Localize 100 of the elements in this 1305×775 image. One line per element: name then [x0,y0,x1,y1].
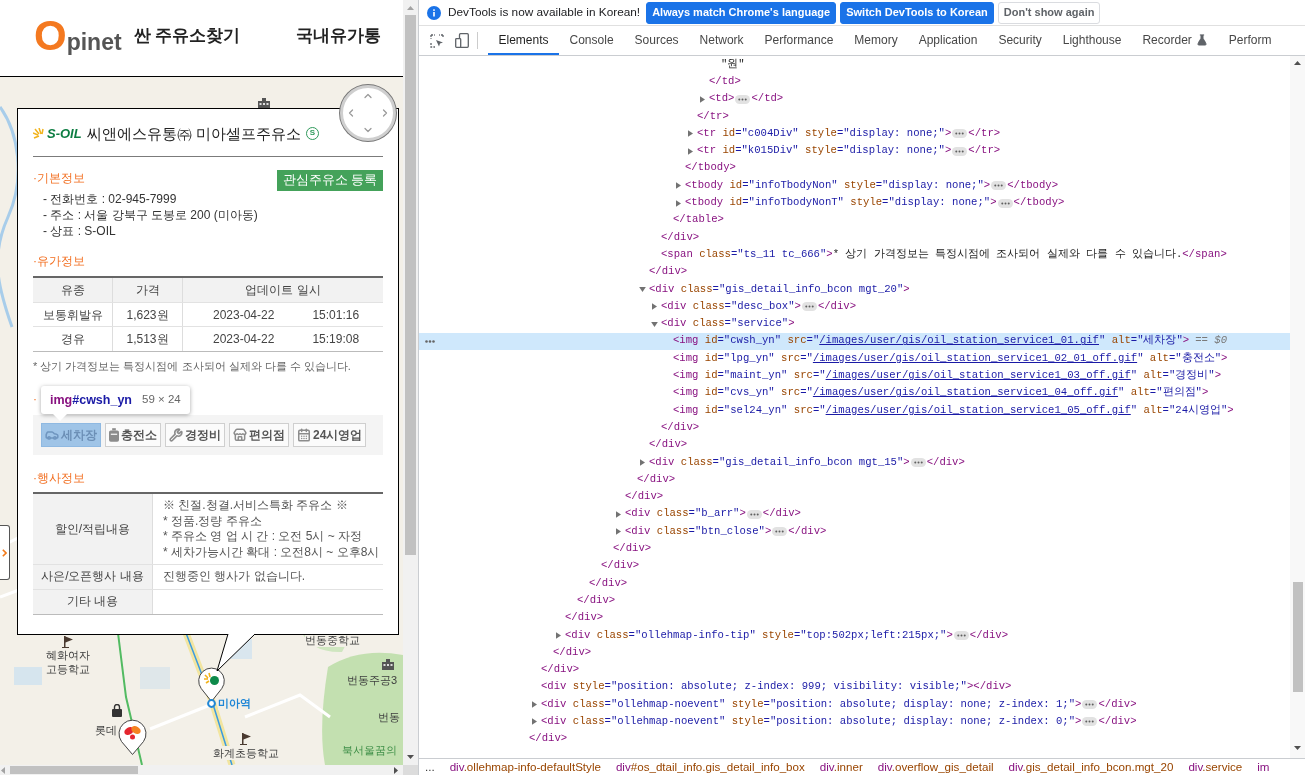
collapsed-triangle-icon[interactable] [700,95,705,103]
service-button[interactable]: 충전소 [105,423,161,447]
scrollbar-thumb[interactable] [10,766,138,774]
tree-row[interactable]: <img id="sel24_yn" src="/images/user/gis/oil_station_service1_05_off.gif" alt="24시영업"> [673,401,1234,420]
tree-row[interactable]: </div> [541,661,580,679]
collapsed-triangle-icon[interactable] [676,182,681,190]
nav-link[interactable]: 국내유가통 [296,22,382,49]
tree-row[interactable]: <div class="desc_box"> </div> [651,298,857,316]
service-button[interactable]: 편의점 [229,423,289,447]
breadcrumb[interactable]: div.gis_detail_info_bcon.mgt_20 [1008,759,1174,775]
tree-row[interactable]: <div class="ollehmap-noevent" style="position: absolute; display: none; z-index: 1;"> </div> [531,696,1137,714]
devtools-tab[interactable]: Performance [754,26,844,55]
infobar-button[interactable]: Always match Chrome's language [646,1,837,24]
tree-row[interactable]: </div> [649,263,688,281]
tree-row[interactable]: </div> [661,228,700,247]
tree-row[interactable]: <div class="service"> [651,315,795,333]
ellipsis-icon[interactable] [953,630,969,640]
ellipsis-icon[interactable] [1082,717,1098,727]
caret-up-icon[interactable] [1294,61,1301,65]
ellipsis-icon[interactable] [801,302,817,312]
link[interactable]: /images/user/gis/oil_station_service1_03_off.gif [825,368,1131,384]
vertical-scrollbar[interactable] [403,0,418,765]
tree-row[interactable]: </div> [577,592,616,610]
breadcrumb[interactable]: div.ollehmap-info-defaultStyle [449,759,601,775]
tree-row[interactable]: </div> [637,471,676,489]
tree-row[interactable]: <tbody id="infoTbodyNonT" style="display: none;"> </tbody> [675,194,1065,212]
collapsed-triangle-icon[interactable] [640,458,645,466]
expanded-triangle-icon[interactable] [651,321,658,327]
devtools-tab[interactable]: Elements [488,26,560,55]
scrollbar-thumb[interactable] [405,15,416,555]
expanded-triangle-icon[interactable] [639,287,646,292]
tree-row[interactable]: </div> [661,419,700,437]
ellipsis-icon[interactable] [746,509,762,519]
tree-row[interactable]: <div class="b_arr"> </div> [615,505,801,523]
caret-right-icon[interactable] [394,766,398,774]
tree-row[interactable]: <tr id="k015Div" style="display: none;"> </tr> [687,142,1001,160]
devtools-tab[interactable]: Security [987,26,1053,55]
tree-row[interactable]: </div> [613,540,652,558]
nav-link[interactable]: 싼 주유소찾기 [133,22,241,49]
breadcrumb[interactable]: im [1257,759,1270,775]
infobar-button[interactable]: Switch DevTools to Korean [840,1,994,24]
caret-down-icon[interactable] [1294,746,1301,750]
collapsed-triangle-icon[interactable] [616,510,621,518]
tree-row[interactable]: <div class="ollehmap-noevent" style="position: absolute; display: none; z-index: 0;"> </div> [531,713,1137,731]
devtools-tab[interactable]: Sources [624,26,690,55]
tree-row[interactable]: <div class="gis_detail_info_bcon mgt_15"> </div> [639,453,965,472]
tree-row[interactable]: </div> [529,730,568,748]
ellipsis-icon[interactable] [997,198,1013,208]
tree-row[interactable]: <div class="gis_detail_info_bcon mgt_20"> [639,280,910,299]
link[interactable]: /images/user/gis/oil_station_service1_01.gif [819,333,1099,350]
devtools-tab[interactable]: Lighthouse [1052,26,1132,55]
ellipsis-icon[interactable] [952,129,968,139]
vertical-scrollbar[interactable] [1290,56,1305,758]
tree-row[interactable]: </div> [601,557,640,575]
devtools-tab[interactable]: Console [559,26,625,55]
tree-row[interactable]: </div> [625,488,664,506]
tree-row[interactable]: </table> [673,211,724,229]
collapsed-triangle-icon[interactable] [616,528,621,536]
devtools-tab[interactable]: Network [689,26,755,55]
breadcrumb[interactable]: div.inner [819,759,863,775]
horizontal-scrollbar[interactable] [0,765,403,775]
map-pin-icon[interactable] [118,718,147,755]
devtools-tab[interactable]: Recorder [1131,26,1219,55]
tree-row[interactable]: <tbody id="infoTbodyNon" style="display: none;"> </tbody> [675,177,1059,195]
link[interactable]: /images/user/gis/oil_station_service1_05_off.gif [825,402,1131,419]
ellipsis-icon[interactable] [735,94,751,104]
collapsed-triangle-icon[interactable] [532,701,537,709]
link[interactable]: /images/user/gis/oil_station_service1_02_01_off.gif [812,350,1138,367]
tree-row[interactable]: <tr id="c004Div" style="display: none;"> </tr> [687,125,1001,143]
service-button[interactable]: 24시영업 [293,423,367,447]
breadcrumb[interactable]: div#os_dtail_info.gis_detail_info_box [615,759,805,775]
tree-row[interactable]: </tbody> [685,159,736,178]
device-toolbar-icon[interactable] [455,33,469,48]
breadcrumb[interactable]: div.overflow_gis_detail [877,759,994,775]
collapsed-triangle-icon[interactable] [688,130,693,138]
tree-row[interactable]: <td> </td> [699,90,784,108]
infobar-button[interactable]: Don't show again [997,1,1101,24]
scrollbar-thumb[interactable] [1292,582,1303,692]
tree-row[interactable]: <img id="maint_yn" src="/images/user/gis/oil_station_service1_03_off.gif" alt="경정비"> [673,367,1221,385]
collapsed-triangle-icon[interactable] [532,718,537,726]
devtools-tab[interactable]: Perform [1218,26,1282,55]
ellipsis-icon[interactable] [772,527,788,537]
tree-row[interactable]: <div class="btn_close"> </div> [615,523,827,541]
tree-row[interactable]: </td> [709,73,741,91]
ellipsis-icon[interactable] [952,146,968,156]
tree-row[interactable]: </div> [649,436,688,454]
tree-row[interactable]: <span class="ts_11 tc_666">* 상기 가격정보는 특정시점에 조사되어 실제와 다를 수 있습니다.</span> [661,246,1227,264]
tree-row[interactable]: <div style="position: absolute; z-index: 999; visibility: visible;"></div> [541,678,1012,696]
tree-row[interactable]: </div> [553,644,592,662]
tree-row[interactable]: </div> [589,574,628,593]
devtools-tab[interactable]: Memory [843,26,909,55]
site-logo[interactable]: Opinet [34,14,122,57]
ellipsis-icon[interactable] [1082,700,1098,710]
panel-toggle-button[interactable] [0,525,10,580]
ellipsis-icon[interactable] [991,181,1007,191]
link[interactable]: /images/user/gis/oil_station_service1_04_off.gif [812,385,1119,402]
tree-row[interactable]: </div> [565,609,604,627]
tree-row[interactable]: <img id="cvs_yn" src="/images/user/gis/oil_station_service1_04_off.gif" alt="편의점"> [673,384,1209,402]
inspect-element-icon[interactable] [430,33,444,48]
tree-row[interactable]: </tr> [697,107,729,126]
